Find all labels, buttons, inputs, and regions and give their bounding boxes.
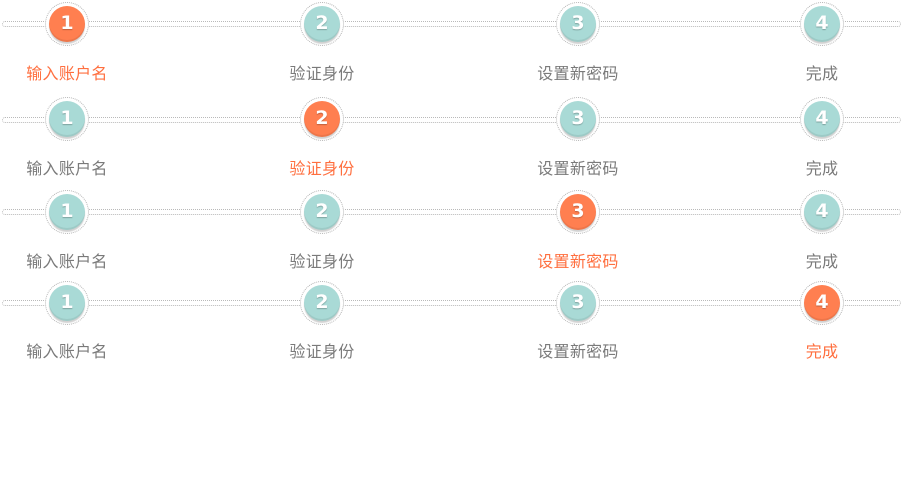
- step-circle-outline: 1: [45, 281, 89, 325]
- step-circle-outline: 2: [300, 2, 344, 46]
- step-number-badge: 1: [49, 6, 85, 42]
- step-circle-outline: 4: [800, 97, 844, 141]
- step-number-badge: 3: [560, 194, 596, 230]
- step-label: 输入账户名: [26, 342, 108, 361]
- step-number-badge: 2: [304, 285, 340, 321]
- step-number-badge: 4: [804, 194, 840, 230]
- step-label: 验证身份: [289, 159, 355, 178]
- stepper-3: 1 输入账户名 2 验证身份 3 设置新密码 4 完成: [0, 190, 905, 271]
- step-label: 完成: [805, 342, 839, 361]
- step-number-badge: 4: [804, 6, 840, 42]
- stepper-track: [2, 209, 901, 215]
- step-number-badge: 3: [560, 285, 596, 321]
- step-label: 设置新密码: [537, 252, 619, 271]
- step-circle-outline: 3: [556, 97, 600, 141]
- step-label: 输入账户名: [26, 252, 108, 271]
- step-label: 完成: [805, 159, 839, 178]
- step-label: 验证身份: [289, 64, 355, 83]
- stepper-track: [2, 300, 901, 306]
- step-number-badge: 3: [560, 6, 596, 42]
- step-label: 验证身份: [289, 342, 355, 361]
- step-circle-outline: 2: [300, 97, 344, 141]
- step-circle-outline: 1: [45, 190, 89, 234]
- step-label: 验证身份: [289, 252, 355, 271]
- step-number-badge: 4: [804, 101, 840, 137]
- step-label: 输入账户名: [26, 64, 108, 83]
- step-number-badge: 1: [49, 101, 85, 137]
- step-number-badge: 2: [304, 194, 340, 230]
- step-circle-outline: 2: [300, 190, 344, 234]
- step-number-badge: 1: [49, 194, 85, 230]
- stepper-track: [2, 117, 901, 123]
- step-label: 设置新密码: [537, 159, 619, 178]
- step-circle-outline: 3: [556, 2, 600, 46]
- step-label: 完成: [805, 252, 839, 271]
- step-circle-outline: 3: [556, 281, 600, 325]
- stepper-2: 1 输入账户名 2 验证身份 3 设置新密码 4 完成: [0, 96, 905, 178]
- step-number-badge: 1: [49, 285, 85, 321]
- stepper-1: 1 输入账户名 2 验证身份 3 设置新密码 4 完成: [0, 0, 905, 83]
- step-label: 完成: [805, 64, 839, 83]
- step-circle-outline: 4: [800, 281, 844, 325]
- step-number-badge: 2: [304, 101, 340, 137]
- progress-stepper-demo: 1 输入账户名 2 验证身份 3 设置新密码 4 完成 1 输入账户名 2 验证…: [0, 0, 905, 500]
- stepper-track: [2, 21, 901, 27]
- step-circle-outline: 4: [800, 2, 844, 46]
- step-circle-outline: 1: [45, 97, 89, 141]
- step-label: 设置新密码: [537, 64, 619, 83]
- step-circle-outline: 2: [300, 281, 344, 325]
- step-number-badge: 2: [304, 6, 340, 42]
- stepper-4: 1 输入账户名 2 验证身份 3 设置新密码 4 完成: [0, 281, 905, 361]
- step-circle-outline: 1: [45, 2, 89, 46]
- step-circle-outline: 4: [800, 190, 844, 234]
- step-number-badge: 4: [804, 285, 840, 321]
- step-circle-outline: 3: [556, 190, 600, 234]
- step-label: 设置新密码: [537, 342, 619, 361]
- step-label: 输入账户名: [26, 159, 108, 178]
- step-number-badge: 3: [560, 101, 596, 137]
